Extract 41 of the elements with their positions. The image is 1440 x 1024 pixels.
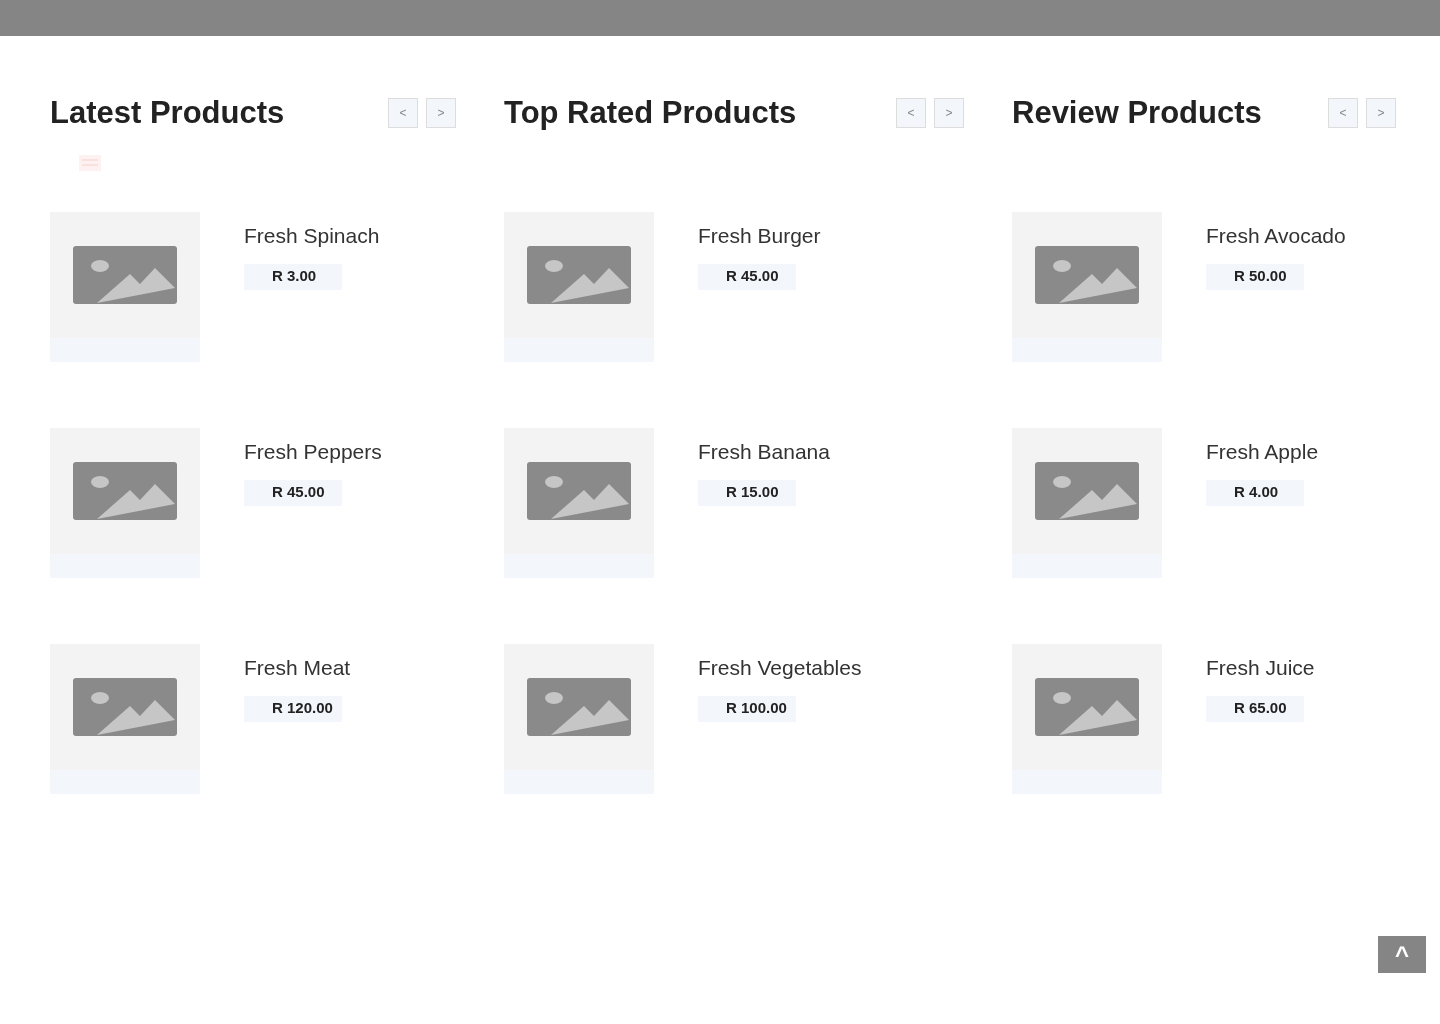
- image-placeholder-icon: [527, 462, 631, 520]
- product-image[interactable]: [504, 428, 654, 578]
- product-image[interactable]: [50, 644, 200, 794]
- product-name[interactable]: Fresh Vegetables: [698, 652, 862, 684]
- product-name[interactable]: Fresh Avocado: [1206, 220, 1346, 252]
- product-image[interactable]: [50, 428, 200, 578]
- product-image[interactable]: [504, 212, 654, 362]
- product-image[interactable]: [1012, 428, 1162, 578]
- image-placeholder-icon: [73, 462, 177, 520]
- product-name[interactable]: Fresh Spinach: [244, 220, 380, 252]
- product-price: R 15.00: [698, 479, 796, 506]
- section-title: Latest Products: [50, 93, 285, 132]
- product-image[interactable]: [1012, 644, 1162, 794]
- product-price: R 65.00: [1206, 695, 1304, 722]
- product-image[interactable]: [50, 212, 200, 362]
- product-price: R 100.00: [698, 695, 796, 722]
- image-placeholder-icon: [73, 678, 177, 736]
- product-name[interactable]: Fresh Apple: [1206, 436, 1319, 468]
- product-price: R 45.00: [698, 263, 796, 290]
- product-name[interactable]: Fresh Banana: [698, 436, 830, 468]
- product-name[interactable]: Fresh Peppers: [244, 436, 382, 468]
- image-placeholder-icon: [1035, 678, 1139, 736]
- section-title: Top Rated Products: [504, 93, 797, 132]
- product-price: R 120.00: [244, 695, 342, 722]
- section-title: Review Products: [1012, 93, 1262, 132]
- menu-icon: [79, 155, 101, 171]
- image-placeholder-icon: [1035, 462, 1139, 520]
- image-placeholder-icon: [527, 678, 631, 736]
- product-name[interactable]: Fresh Burger: [698, 220, 821, 252]
- product-name[interactable]: Fresh Meat: [244, 652, 351, 684]
- image-placeholder-icon: [1035, 246, 1139, 304]
- scroll-to-top-button[interactable]: ^: [1378, 936, 1426, 973]
- product-image[interactable]: [1012, 212, 1162, 362]
- product-price: R 45.00: [244, 479, 342, 506]
- product-image[interactable]: [504, 644, 654, 794]
- image-placeholder-icon: [527, 246, 631, 304]
- product-price: R 50.00: [1206, 263, 1304, 290]
- product-name[interactable]: Fresh Juice: [1206, 652, 1315, 684]
- image-placeholder-icon: [73, 246, 177, 304]
- product-price: R 3.00: [244, 263, 342, 290]
- product-price: R 4.00: [1206, 479, 1304, 506]
